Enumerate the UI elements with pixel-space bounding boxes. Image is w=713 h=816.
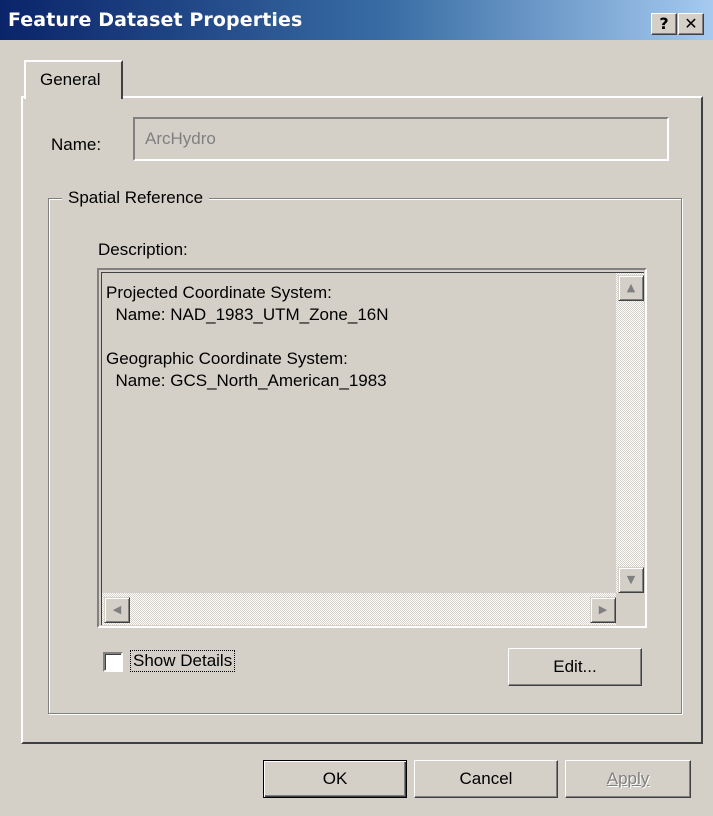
scrollbar-corner [616,593,644,625]
scroll-up-button[interactable]: ▲ [618,275,644,301]
close-icon: ✕ [684,14,698,33]
scroll-right-button[interactable]: ▶ [590,597,616,623]
description-line: Name: GCS_North_American_1983 [106,371,387,390]
help-button[interactable]: ? [651,13,677,35]
name-field[interactable] [133,117,669,161]
tab-general-label: General [40,70,101,89]
tab-general[interactable]: General [24,60,123,99]
arrow-right-icon: ▶ [598,603,608,616]
window-title: Feature Dataset Properties [8,9,303,31]
show-details-label[interactable]: Show Details [130,650,236,672]
ok-button[interactable]: OK [263,760,407,798]
arrow-down-icon: ▼ [626,573,636,586]
vertical-scrollbar[interactable]: ▲ ▼ [616,273,644,593]
edit-button[interactable]: Edit... [508,648,642,686]
description-line: Projected Coordinate System: [106,283,332,302]
description-line: Geographic Coordinate System: [106,349,348,368]
arrow-left-icon: ◀ [112,603,122,616]
scroll-down-button[interactable]: ▼ [618,567,644,593]
apply-label: Apply [606,769,650,788]
show-details-checkbox[interactable] [103,652,123,672]
spatial-reference-label: Spatial Reference [62,188,210,208]
description-line: Name: NAD_1983_UTM_Zone_16N [106,305,389,324]
scroll-left-button[interactable]: ◀ [104,597,130,623]
question-mark-icon: ? [659,14,669,33]
description-label: Description: [98,240,188,259]
close-button[interactable]: ✕ [678,13,704,35]
name-label: Name: [51,135,102,154]
description-textbox[interactable]: Projected Coordinate System: Name: NAD_1… [97,268,647,628]
apply-button[interactable]: Apply [565,760,691,798]
title-bar[interactable]: Feature Dataset Properties ? ✕ [0,0,713,40]
horizontal-scrollbar[interactable]: ◀ ▶ [102,593,616,625]
cancel-button[interactable]: Cancel [414,760,558,798]
arrow-up-icon: ▲ [626,281,636,294]
